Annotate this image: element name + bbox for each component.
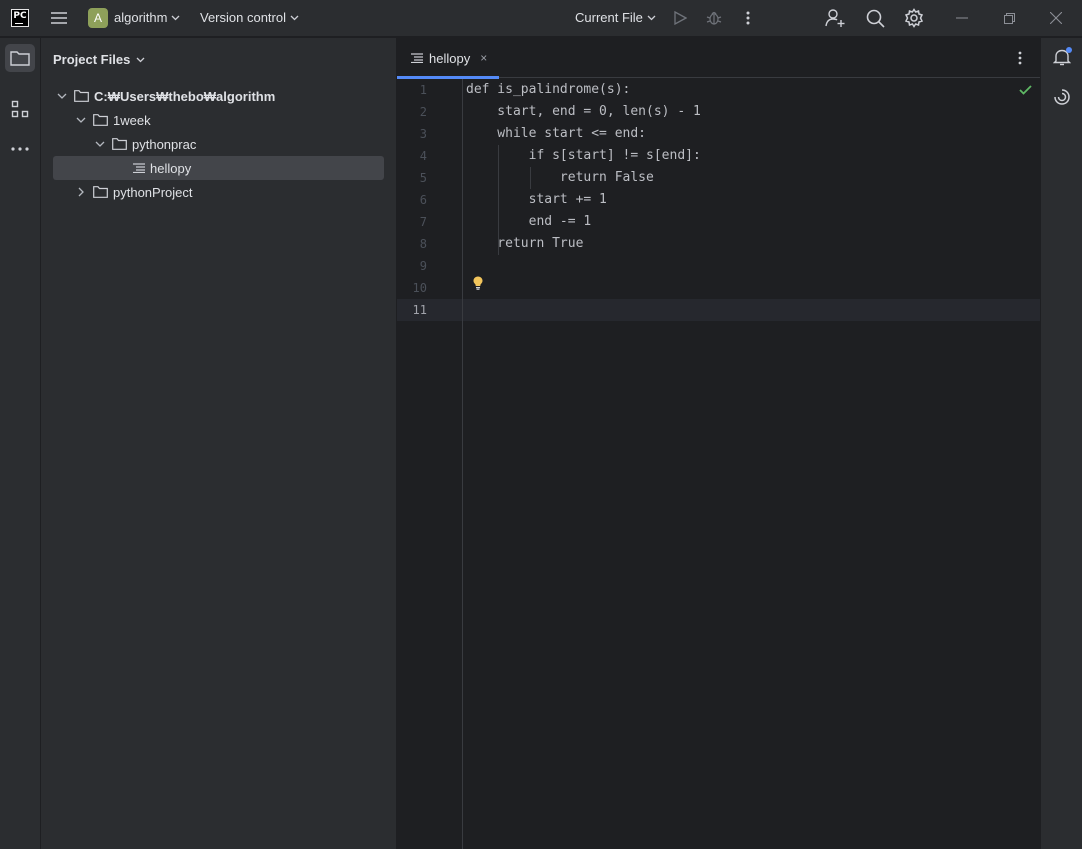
indent-guide bbox=[530, 167, 531, 189]
title-bar: PC A algorithm Version control Current F… bbox=[0, 0, 1082, 37]
lightbulb-icon[interactable] bbox=[473, 276, 483, 290]
project-selector[interactable]: algorithm bbox=[114, 10, 180, 25]
text-file-icon bbox=[133, 163, 145, 173]
checkmark-icon[interactable] bbox=[1019, 85, 1032, 95]
run-config-label: Current File bbox=[575, 10, 643, 25]
code-line: 9 bbox=[397, 255, 1040, 277]
project-files-dropdown[interactable]: Project Files bbox=[53, 52, 145, 67]
text-file-icon bbox=[411, 53, 423, 63]
chevron-down-icon[interactable] bbox=[93, 137, 107, 151]
structure-icon[interactable] bbox=[5, 95, 35, 123]
close-icon[interactable] bbox=[1046, 8, 1066, 28]
editor-tab-bar: hellopy × bbox=[397, 38, 1040, 79]
ai-assistant-icon[interactable] bbox=[1049, 84, 1075, 110]
project-avatar[interactable]: A bbox=[88, 8, 108, 28]
code-area[interactable]: 1 def is_palindrome(s): 2 start, end = 0,… bbox=[397, 79, 1040, 849]
restore-icon[interactable] bbox=[999, 8, 1019, 28]
search-icon[interactable] bbox=[864, 7, 886, 29]
hamburger-icon[interactable] bbox=[48, 8, 70, 28]
code-text: while start <= end: bbox=[466, 126, 647, 141]
chevron-down-icon bbox=[647, 15, 656, 20]
tab-label: hellopy bbox=[429, 50, 471, 66]
run-icon[interactable] bbox=[670, 8, 690, 28]
code-line-current: 11 bbox=[397, 299, 1040, 321]
run-config-selector[interactable]: Current File bbox=[575, 10, 656, 25]
tree-item-label: hellopy bbox=[150, 160, 192, 176]
chevron-down-icon bbox=[290, 15, 299, 20]
editor: hellopy × 1 def is_palindrome(s): 2 start… bbox=[397, 38, 1040, 849]
project-tree: C:₩Users₩thebo₩algorithm 1week pythonpra… bbox=[53, 84, 384, 204]
folder-icon bbox=[93, 114, 108, 126]
code-line: 10 bbox=[397, 277, 1040, 299]
project-panel: Project Files C:₩Users₩thebo₩algorithm 1… bbox=[41, 38, 397, 849]
chevron-down-icon bbox=[172, 15, 180, 20]
more-vertical-icon[interactable] bbox=[738, 8, 758, 28]
vcs-widget[interactable]: Version control bbox=[200, 10, 299, 25]
chevron-right-icon[interactable] bbox=[74, 185, 88, 199]
code-text: def is_palindrome(s): bbox=[466, 82, 631, 97]
code-text: start += 1 bbox=[466, 192, 607, 207]
debug-icon[interactable] bbox=[704, 8, 724, 28]
tree-item-label: pythonprac bbox=[132, 136, 197, 152]
code-text: return False bbox=[466, 170, 654, 185]
panel-title: Project Files bbox=[53, 52, 131, 67]
chevron-down-icon[interactable] bbox=[55, 89, 69, 103]
tab-close-icon[interactable]: × bbox=[480, 51, 487, 65]
tree-item-algorithm[interactable]: C:₩Users₩thebo₩algorithm bbox=[53, 84, 384, 108]
right-tool-strip bbox=[1040, 38, 1082, 849]
code-line: 8 return True bbox=[397, 233, 1040, 255]
code-text: if s[start] != s[end]: bbox=[466, 148, 701, 163]
tree-item-label: pythonProject bbox=[113, 184, 193, 200]
folder-icon bbox=[74, 90, 89, 102]
more-vertical-icon[interactable] bbox=[1010, 48, 1030, 68]
folder-icon bbox=[112, 138, 127, 150]
code-line: 6 start += 1 bbox=[397, 189, 1040, 211]
code-line: 3 while start <= end: bbox=[397, 123, 1040, 145]
indent-guide bbox=[498, 145, 499, 255]
notification-badge bbox=[1066, 47, 1072, 53]
more-horizontal-icon[interactable] bbox=[5, 135, 35, 163]
tree-item-label: 1week bbox=[113, 112, 151, 128]
vcs-label: Version control bbox=[200, 10, 286, 25]
gear-icon[interactable] bbox=[903, 7, 925, 29]
folder-icon[interactable] bbox=[5, 44, 35, 72]
tree-item-1week[interactable]: 1week bbox=[53, 108, 384, 132]
tree-item-pythonproject[interactable]: pythonProject bbox=[53, 180, 384, 204]
tab-hellopy[interactable]: hellopy × bbox=[397, 38, 499, 79]
code-line: 4 if s[start] != s[end]: bbox=[397, 145, 1040, 167]
code-text: start, end = 0, len(s) - 1 bbox=[466, 104, 701, 119]
code-line: 7 end -= 1 bbox=[397, 211, 1040, 233]
tree-item-pythonprac[interactable]: pythonprac bbox=[53, 132, 384, 156]
minimize-icon[interactable] bbox=[952, 8, 972, 28]
gutter-divider bbox=[397, 79, 463, 849]
left-tool-strip bbox=[0, 38, 41, 849]
chevron-down-icon[interactable] bbox=[74, 113, 88, 127]
tree-item-label: C:₩Users₩thebo₩algorithm bbox=[94, 88, 276, 104]
code-line: 1 def is_palindrome(s): bbox=[397, 79, 1040, 101]
app-logo-text: PC bbox=[13, 11, 27, 21]
chevron-down-icon bbox=[136, 57, 145, 62]
code-line: 5 return False bbox=[397, 167, 1040, 189]
folder-icon bbox=[93, 186, 108, 198]
notifications-icon[interactable] bbox=[1049, 44, 1075, 70]
add-user-icon[interactable] bbox=[824, 7, 846, 29]
code-text: end -= 1 bbox=[466, 214, 592, 229]
code-text: return True bbox=[466, 236, 584, 251]
tree-item-hellopy[interactable]: hellopy bbox=[53, 156, 384, 180]
code-line: 2 start, end = 0, len(s) - 1 bbox=[397, 101, 1040, 123]
app-logo: PC bbox=[11, 9, 29, 27]
project-name: algorithm bbox=[114, 10, 168, 25]
